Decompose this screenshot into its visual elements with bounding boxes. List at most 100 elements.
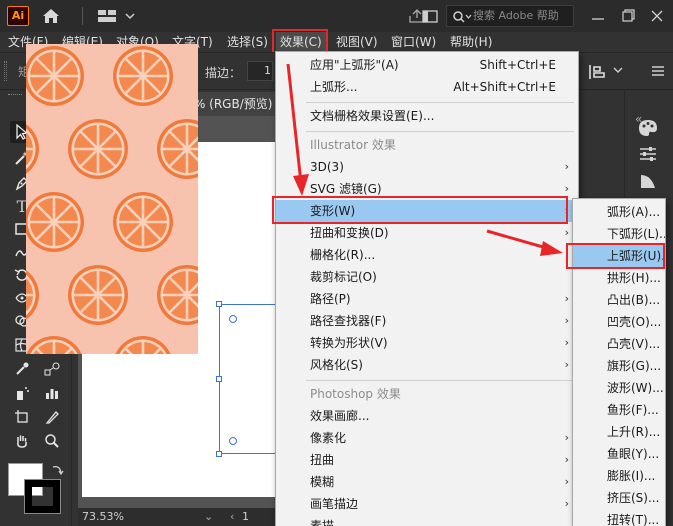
effect-pixelate-item[interactable]: 像素化 ›: [276, 427, 578, 449]
corner-widget[interactable]: [229, 315, 237, 323]
warp-submenu: 弧形(A)... 下弧形(L)... 上弧形(U)... 拱形(H)... 凸出…: [572, 198, 666, 526]
selection-handle[interactable]: [216, 376, 222, 382]
chevron-down-icon[interactable]: [613, 67, 623, 75]
menu-separator: [306, 131, 574, 132]
effect-blur-item[interactable]: 模糊 ›: [276, 471, 578, 493]
effect-gallery-item[interactable]: 效果画廊...: [276, 405, 578, 427]
panel-toggle-icon[interactable]: [419, 6, 441, 26]
panel-menu-icon[interactable]: [650, 63, 666, 79]
chevron-right-icon: ›: [564, 453, 569, 466]
effect-pathfinder-item[interactable]: 路径查找器(F) ›: [276, 310, 578, 332]
effect-stylize-item[interactable]: 风格化(S) ›: [276, 354, 578, 376]
corner-widget[interactable]: [229, 437, 237, 445]
chevron-right-icon: ›: [564, 292, 569, 305]
menu-view[interactable]: 视图(V): [336, 32, 378, 52]
swap-colors-icon[interactable]: [50, 463, 64, 477]
effect-crop-marks-item[interactable]: 裁剪标记(O): [276, 266, 578, 288]
last-effect-item[interactable]: 上弧形... Alt+Shift+Ctrl+E: [276, 76, 578, 98]
grip-handle[interactable]: [4, 61, 7, 81]
warp-arch-item[interactable]: 拱形(H)...: [573, 267, 665, 289]
color-palette-icon[interactable]: [637, 118, 659, 138]
search-input[interactable]: 搜索 Adobe 帮助: [446, 5, 574, 27]
chevron-down-icon[interactable]: [119, 6, 141, 26]
hand-tool-icon[interactable]: [10, 430, 34, 452]
menu-select[interactable]: 选择(S): [227, 32, 268, 52]
orange-pattern-artwork[interactable]: [26, 44, 198, 354]
selection-handle[interactable]: [216, 451, 222, 457]
menu-help[interactable]: 帮助(H): [450, 32, 492, 52]
blend-tool-icon[interactable]: [40, 358, 64, 380]
menu-separator: [306, 102, 574, 103]
symbol-sprayer-tool-icon[interactable]: [10, 382, 34, 404]
document-raster-settings-item[interactable]: 文档栅格效果设置(E)...: [276, 105, 578, 127]
illustrator-effects-header: Illustrator 效果: [310, 138, 396, 152]
layers-icon[interactable]: [637, 171, 659, 191]
warp-rise-item[interactable]: 上升(R)...: [573, 421, 665, 443]
zoom-level[interactable]: 73.53%: [82, 508, 124, 526]
workspace-layout-icon[interactable]: [96, 6, 118, 26]
chevron-right-icon: ›: [564, 475, 569, 488]
minimize-icon[interactable]: [587, 6, 609, 26]
eyedropper-tool-icon[interactable]: [10, 358, 34, 380]
photoshop-effects-header: Photoshop 效果: [310, 387, 401, 401]
warp-wave-item[interactable]: 波形(W)...: [573, 377, 665, 399]
warp-twist-item[interactable]: 扭转(T)...: [573, 509, 665, 526]
home-icon[interactable]: [40, 6, 62, 26]
warp-shell-lower-item[interactable]: 凹壳(O)...: [573, 311, 665, 333]
title-bar: Ai 搜索 Adobe 帮助: [0, 0, 673, 32]
artboard-tool-icon[interactable]: [10, 406, 34, 428]
zoom-tool-icon[interactable]: [40, 430, 64, 452]
search-placeholder: 搜索 Adobe 帮助: [473, 9, 559, 22]
chevron-right-icon: ›: [564, 336, 569, 349]
effect-svg-filters-item[interactable]: SVG 滤镜(G) ›: [276, 178, 578, 200]
effect-sketch-item[interactable]: 素描: [276, 515, 578, 526]
warp-shell-upper-item[interactable]: 凸壳(V)...: [573, 333, 665, 355]
warp-fisheye-item[interactable]: 鱼眼(Y)...: [573, 443, 665, 465]
warp-arc-lower-item[interactable]: 下弧形(L)...: [573, 223, 665, 245]
warp-flag-item[interactable]: 旗形(G)...: [573, 355, 665, 377]
stroke-color-box[interactable]: [24, 479, 61, 514]
close-icon[interactable]: [646, 6, 668, 26]
menu-separator: [306, 380, 574, 381]
effect-distort-transform-item[interactable]: 扭曲和变换(D) ›: [276, 222, 578, 244]
effect-3d-item[interactable]: 3D(3) ›: [276, 156, 578, 178]
warp-squeeze-item[interactable]: 挤压(S)...: [573, 487, 665, 509]
chevron-right-icon: ›: [564, 431, 569, 444]
restore-icon[interactable]: [617, 6, 639, 26]
warp-inflate-item[interactable]: 膨胀(I)...: [573, 465, 665, 487]
chevron-right-icon: ›: [564, 314, 569, 327]
column-graph-tool-icon[interactable]: [40, 382, 64, 404]
effect-path-item[interactable]: 路径(P) ›: [276, 288, 578, 310]
warp-arc-item[interactable]: 弧形(A)...: [573, 201, 665, 223]
effect-brush-strokes-item[interactable]: 画笔描边 ›: [276, 493, 578, 515]
menu-effect[interactable]: 效果(C): [276, 32, 326, 52]
apply-last-effect-item[interactable]: 应用"上弧形"(A) Shift+Ctrl+E: [276, 54, 578, 76]
selection-handle[interactable]: [216, 301, 222, 307]
chevron-right-icon: ›: [564, 182, 569, 195]
warp-bulge-item[interactable]: 凸出(B)...: [573, 289, 665, 311]
prev-artboard-icon[interactable]: ‹: [230, 508, 234, 526]
artboard-number[interactable]: 1: [242, 508, 249, 526]
chevron-right-icon: ›: [564, 358, 569, 371]
selected-rectangle[interactable]: [219, 304, 279, 454]
toolbar-grip[interactable]: [8, 94, 22, 98]
menu-window[interactable]: 窗口(W): [391, 32, 436, 52]
app-logo: Ai: [7, 6, 29, 26]
effect-ps-distort-item[interactable]: 扭曲 ›: [276, 449, 578, 471]
effect-rasterize-item[interactable]: 栅格化(R)...: [276, 244, 578, 266]
stroke-label: 描边：: [205, 66, 242, 80]
align-options-icon[interactable]: [586, 61, 614, 83]
divider: [82, 7, 83, 25]
properties-sliders-icon[interactable]: [637, 144, 659, 164]
effect-convert-to-shape-item[interactable]: 转换为形状(V) ›: [276, 332, 578, 354]
stroke-width-input[interactable]: 1: [247, 61, 273, 81]
status-bar: 73.53% ⌄ ‹ 1: [78, 508, 276, 526]
warp-fish-item[interactable]: 鱼形(F)...: [573, 399, 665, 421]
search-icon: [453, 11, 472, 23]
warp-arc-upper-item[interactable]: 上弧形(U)...: [573, 245, 665, 267]
slice-tool-icon[interactable]: [40, 406, 64, 428]
chevron-right-icon: ›: [564, 204, 569, 217]
chevron-down-icon[interactable]: ⌄: [204, 508, 213, 526]
effect-warp-item[interactable]: 变形(W) ›: [276, 200, 578, 222]
effect-menu-dropdown: 应用"上弧形"(A) Shift+Ctrl+E 上弧形... Alt+Shift…: [275, 51, 579, 526]
